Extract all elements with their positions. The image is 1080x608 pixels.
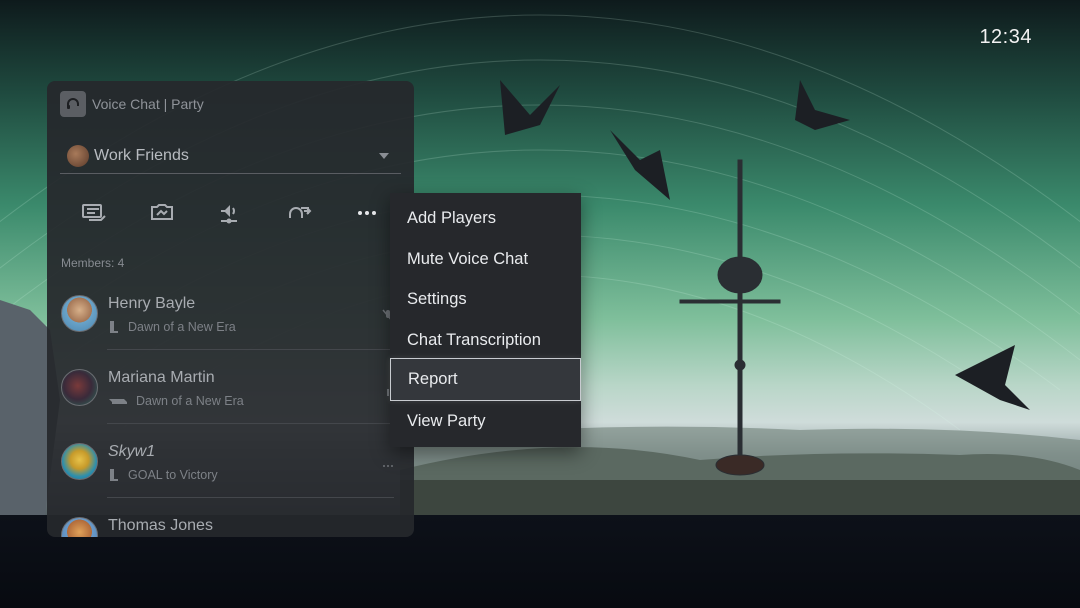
menu-item-add-players[interactable]: Add Players — [390, 197, 581, 240]
ps5-console-icon — [110, 321, 118, 333]
audio-settings-icon — [221, 205, 238, 224]
member-name: Henry Bayle — [108, 295, 196, 312]
game-share-icon — [151, 204, 174, 220]
member-game: Dawn of a New Era — [108, 394, 244, 408]
members-count: Members: 4 — [61, 256, 125, 270]
party-toolbar — [60, 193, 401, 233]
more-options-button[interactable] — [347, 195, 387, 231]
game-share-button[interactable] — [142, 195, 182, 231]
menu-item-chat-transcription[interactable]: Chat Transcription — [390, 319, 581, 362]
avatar — [61, 295, 98, 332]
clock: 12:34 — [979, 26, 1032, 48]
member-game: GOAL to Victory — [108, 468, 218, 482]
ps5-console-icon — [110, 469, 118, 481]
avatar — [61, 443, 98, 480]
menu-item-settings[interactable]: Settings — [390, 278, 581, 321]
more-options-icon — [357, 211, 376, 215]
menu-item-view-party[interactable]: View Party — [390, 400, 581, 443]
share-screen-icon — [82, 204, 106, 221]
audio-settings-button[interactable] — [210, 195, 250, 231]
member-row[interactable]: Skyw1 GOAL to Victory — [47, 424, 414, 498]
menu-item-report[interactable]: Report — [390, 358, 581, 401]
voice-chat-panel: Voice Chat | Party Work Friends Members:… — [47, 81, 414, 537]
panel-header: Voice Chat | Party — [60, 90, 204, 118]
ps4-console-icon — [109, 399, 127, 404]
member-name: Thomas Jones — [108, 517, 213, 534]
member-row[interactable]: Mariana Martin Dawn of a New Era — [47, 350, 414, 424]
member-name: Skyw1 — [108, 443, 156, 460]
party-group-dropdown[interactable]: Work Friends — [60, 139, 401, 174]
headset-icon — [60, 91, 86, 117]
group-name: Work Friends — [94, 147, 189, 164]
menu-item-mute-voice-chat[interactable]: Mute Voice Chat — [390, 238, 581, 281]
share-screen-button[interactable] — [74, 195, 114, 231]
member-row[interactable]: Thomas Jones — [47, 498, 414, 537]
avatar — [61, 517, 98, 537]
member-name: Mariana Martin — [108, 369, 215, 386]
more-icon — [382, 457, 394, 471]
member-row[interactable]: Henry Bayle Dawn of a New Era — [47, 276, 414, 350]
party-options-menu: Add Players Mute Voice Chat Settings Cha… — [390, 193, 581, 447]
game-title: Dawn of a New Era — [128, 320, 236, 334]
avatar — [61, 369, 98, 406]
leave-party-icon — [288, 207, 312, 218]
group-avatar — [67, 145, 89, 167]
member-game: Dawn of a New Era — [108, 320, 236, 334]
panel-title: Voice Chat | Party — [92, 96, 204, 112]
screen: 12:34 Voice Chat | Party Work Friends Me… — [0, 0, 1080, 608]
game-title: GOAL to Victory — [128, 468, 218, 482]
game-title: Dawn of a New Era — [136, 394, 244, 408]
chevron-down-icon — [379, 153, 389, 159]
leave-party-button[interactable] — [279, 195, 319, 231]
